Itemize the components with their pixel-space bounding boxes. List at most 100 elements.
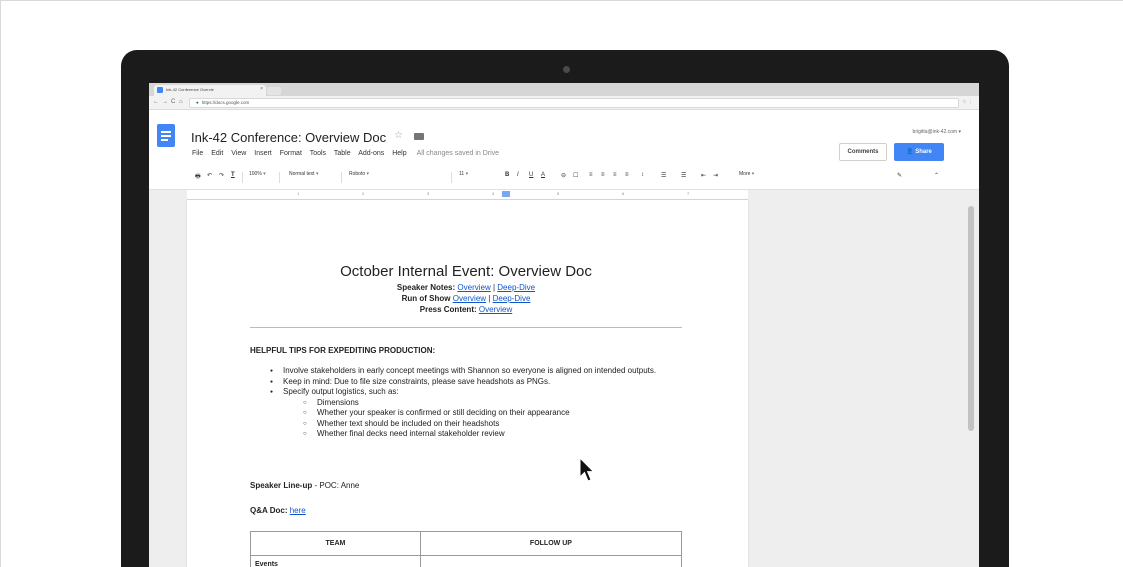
undo-icon[interactable]: ↶ bbox=[207, 172, 212, 179]
menu-file[interactable]: File bbox=[192, 150, 203, 157]
follow-up-table[interactable]: TEAM FOLLOW UP Events bbox=[250, 531, 683, 567]
new-tab-button[interactable] bbox=[267, 87, 281, 95]
link-icon[interactable]: ⊖ bbox=[561, 172, 566, 179]
ruler-number: 6 bbox=[622, 191, 625, 196]
document-page[interactable]: October Internal Event: Overview Doc Spe… bbox=[187, 200, 748, 567]
menu-insert[interactable]: Insert bbox=[254, 150, 272, 157]
close-icon[interactable]: × bbox=[260, 86, 263, 92]
redo-icon[interactable]: ↷ bbox=[219, 172, 224, 179]
vertical-scrollbar[interactable] bbox=[964, 200, 979, 567]
font-select[interactable]: Roboto bbox=[349, 171, 369, 177]
indent-marker[interactable] bbox=[502, 191, 510, 197]
ruler-number: 4 bbox=[492, 191, 495, 196]
menu-view[interactable]: View bbox=[231, 150, 246, 157]
comments-button[interactable]: Comments bbox=[839, 143, 887, 161]
zoom-select[interactable]: 100% bbox=[249, 171, 266, 177]
list-item: Keep in mind: Due to file size constrain… bbox=[270, 377, 682, 388]
comment-icon[interactable]: ☐ bbox=[573, 172, 578, 179]
menu-help[interactable]: Help bbox=[392, 150, 406, 157]
forward-icon[interactable]: → bbox=[162, 99, 168, 105]
text-color-button[interactable]: A bbox=[541, 172, 545, 178]
print-icon[interactable]: 🖶 bbox=[195, 172, 201, 182]
align-right-icon[interactable]: ≡ bbox=[613, 172, 617, 178]
increase-indent-icon[interactable]: ⇥ bbox=[713, 172, 718, 179]
ruler-number: 7 bbox=[687, 191, 690, 196]
back-icon[interactable]: ← bbox=[153, 99, 159, 105]
collapse-icon[interactable]: ⌃ bbox=[934, 172, 939, 179]
align-center-icon[interactable]: ≡ bbox=[601, 172, 605, 178]
line-spacing-icon[interactable]: ↕ bbox=[641, 172, 644, 178]
ruler-number: 3 bbox=[427, 191, 430, 196]
mouse-cursor-icon bbox=[579, 457, 595, 482]
table-header[interactable]: TEAM bbox=[250, 531, 421, 556]
ruler[interactable]: 1 2 3 4 5 6 7 bbox=[149, 190, 979, 200]
underline-button[interactable]: U bbox=[529, 172, 533, 178]
menu-tools[interactable]: Tools bbox=[310, 150, 326, 157]
decrease-indent-icon[interactable]: ⇤ bbox=[701, 172, 706, 179]
home-icon[interactable]: ⌂ bbox=[179, 99, 183, 105]
account-email[interactable]: brigitta@ink-42.com ▾ bbox=[913, 129, 961, 135]
numbered-list-icon[interactable]: ☰ bbox=[661, 172, 666, 179]
speaker-notes-label: Speaker Notes: bbox=[396, 283, 456, 292]
press-content-label: Press Content: bbox=[419, 305, 477, 314]
pencil-icon[interactable]: ✎ bbox=[897, 172, 902, 179]
italic-button[interactable]: I bbox=[517, 172, 519, 178]
browser-tab[interactable]: Ink-42 Conference Overvie × bbox=[154, 85, 266, 96]
paint-format-icon[interactable]: T bbox=[231, 172, 235, 178]
list-item: Involve stakeholders in early concept me… bbox=[270, 366, 682, 377]
ruler-number: 2 bbox=[362, 191, 365, 196]
press-content-line: Press Content: Overview bbox=[250, 305, 682, 314]
docs-favicon-icon bbox=[157, 87, 163, 93]
speaker-lineup-poc: - POC: Anne bbox=[312, 481, 360, 490]
docs-header: Ink-42 Conference: Overview Doc ☆ File E… bbox=[149, 110, 979, 166]
url-text: https://docs.google.com bbox=[201, 100, 250, 105]
star-icon[interactable]: ☆ bbox=[394, 130, 403, 141]
table-header[interactable]: FOLLOW UP bbox=[419, 531, 683, 556]
more-button[interactable]: More bbox=[739, 171, 754, 177]
tips-heading: HELPFUL TIPS FOR EXPEDITING PRODUCTION: bbox=[250, 346, 436, 355]
person-add-icon: 👤 bbox=[906, 149, 916, 155]
align-left-icon[interactable]: ≡ bbox=[589, 172, 593, 178]
speaker-notes-line: Speaker Notes: Overview | Deep-Dive bbox=[250, 283, 682, 292]
sub-list-item: Whether final decks need internal stakeh… bbox=[270, 429, 682, 440]
sub-list-item: Whether your speaker is confirmed or sti… bbox=[270, 408, 682, 419]
tips-list: Involve stakeholders in early concept me… bbox=[270, 366, 682, 440]
camera-icon bbox=[563, 66, 570, 73]
qa-doc-line: Q&A Doc: here bbox=[250, 506, 306, 515]
menu-addons[interactable]: Add-ons bbox=[358, 150, 384, 157]
share-button[interactable]: 👤 Share bbox=[894, 143, 944, 161]
menu-table[interactable]: Table bbox=[334, 150, 351, 157]
address-bar[interactable]: ● https://docs.google.com bbox=[189, 98, 959, 108]
table-cell[interactable]: Events bbox=[250, 555, 421, 567]
document-title[interactable]: Ink-42 Conference: Overview Doc bbox=[191, 130, 386, 145]
docs-logo-icon[interactable] bbox=[157, 124, 175, 147]
link-separator: | bbox=[492, 283, 496, 292]
folder-icon[interactable] bbox=[414, 133, 424, 140]
bulleted-list-icon[interactable]: ☰ bbox=[681, 172, 686, 179]
align-justify-icon[interactable]: ≡ bbox=[625, 172, 629, 178]
run-of-show-line: Run of Show Overview | Deep-Dive bbox=[250, 294, 682, 303]
save-status[interactable]: All changes saved in Drive bbox=[417, 150, 500, 157]
run-of-show-overview-link[interactable]: Overview bbox=[453, 294, 486, 303]
menu-format[interactable]: Format bbox=[280, 150, 302, 157]
tab-title: Ink-42 Conference Overvie bbox=[166, 87, 214, 92]
table-cell[interactable] bbox=[419, 555, 683, 567]
run-of-show-deepdive-link[interactable]: Deep-Dive bbox=[493, 294, 531, 303]
browser-tabstrip: Ink-42 Conference Overvie × bbox=[149, 83, 979, 96]
speaker-notes-deepdive-link[interactable]: Deep-Dive bbox=[497, 283, 535, 292]
formatting-toolbar: 🖶 ↶ ↷ T 100% Normal text Roboto 11 B I U… bbox=[149, 166, 979, 190]
qa-doc-link[interactable]: here bbox=[290, 506, 306, 515]
link-separator: | bbox=[488, 294, 491, 303]
ruler-number: 1 bbox=[297, 191, 300, 196]
ruler-page: 1 2 3 4 5 6 7 bbox=[187, 190, 748, 200]
browser-menu-icon[interactable]: ☆ ⋮ bbox=[962, 99, 973, 105]
press-content-overview-link[interactable]: Overview bbox=[479, 305, 512, 314]
reload-icon[interactable]: C bbox=[171, 99, 175, 105]
speaker-notes-overview-link[interactable]: Overview bbox=[457, 283, 490, 292]
scroll-thumb[interactable] bbox=[968, 206, 974, 431]
bold-button[interactable]: B bbox=[505, 172, 509, 178]
style-select[interactable]: Normal text bbox=[289, 171, 318, 177]
font-size-select[interactable]: 11 bbox=[459, 171, 468, 177]
toolbar-divider bbox=[341, 172, 342, 183]
menu-edit[interactable]: Edit bbox=[211, 150, 223, 157]
